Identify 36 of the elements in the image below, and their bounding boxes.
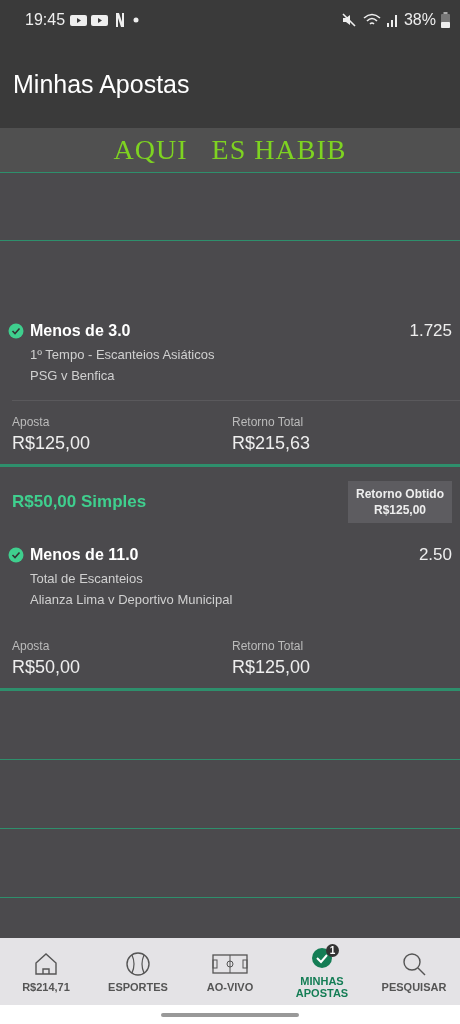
selection-name: Menos de 3.0 <box>30 322 132 340</box>
stake-label: Aposta <box>12 639 51 653</box>
match-name: PSG v Benfica <box>29 367 116 383</box>
market-name: 1º Tempo - Escanteios Asiáticos <box>29 346 216 362</box>
return-value: R$125,00 <box>232 657 312 678</box>
search-icon <box>401 950 427 977</box>
page-title: Minhas Apostas <box>13 69 190 99</box>
signal-icon <box>386 13 399 27</box>
odds: 1.725 <box>409 321 452 341</box>
bet-type: R$50,00 Simples <box>12 492 147 512</box>
return-badge: Retorno Obtido R$125,00 <box>348 481 452 523</box>
match-name: Alianza Lima v Deportivo Municipal <box>29 591 234 607</box>
banner-text: AQUI ES HABIB <box>113 134 347 166</box>
video-app-icons <box>70 13 111 27</box>
return-value: R$215,63 <box>232 433 312 454</box>
clock: 19:45 <box>25 11 66 29</box>
stake-value: R$125,00 <box>12 433 92 454</box>
battery-percent: 38% <box>403 11 436 29</box>
return-label: Retorno Total <box>232 415 305 429</box>
return-label: Retorno Total <box>232 639 305 653</box>
home-icon <box>33 950 59 977</box>
selection-name: Menos de 11.0 <box>30 546 140 564</box>
n-app-icon <box>115 12 126 28</box>
nav-tab[interactable]: R$214,71 <box>0 938 92 1005</box>
battery-icon <box>441 12 450 28</box>
mute-icon <box>340 12 357 28</box>
nav-tab[interactable]: AO-VIVO <box>184 938 276 1005</box>
nav-tab[interactable]: PESQUISAR <box>368 938 460 1005</box>
ball-icon <box>125 950 151 977</box>
market-name: Total de Escanteios <box>29 570 144 586</box>
odds: 2.50 <box>418 545 452 565</box>
count-badge: 1 <box>326 944 339 957</box>
nav-tab[interactable]: 1 MINHAS APOSTAS <box>276 938 368 1005</box>
stake-value: R$50,00 <box>12 657 82 678</box>
stake-label: Aposta <box>12 415 51 429</box>
nav-tab[interactable]: ESPORTES <box>92 938 184 1005</box>
